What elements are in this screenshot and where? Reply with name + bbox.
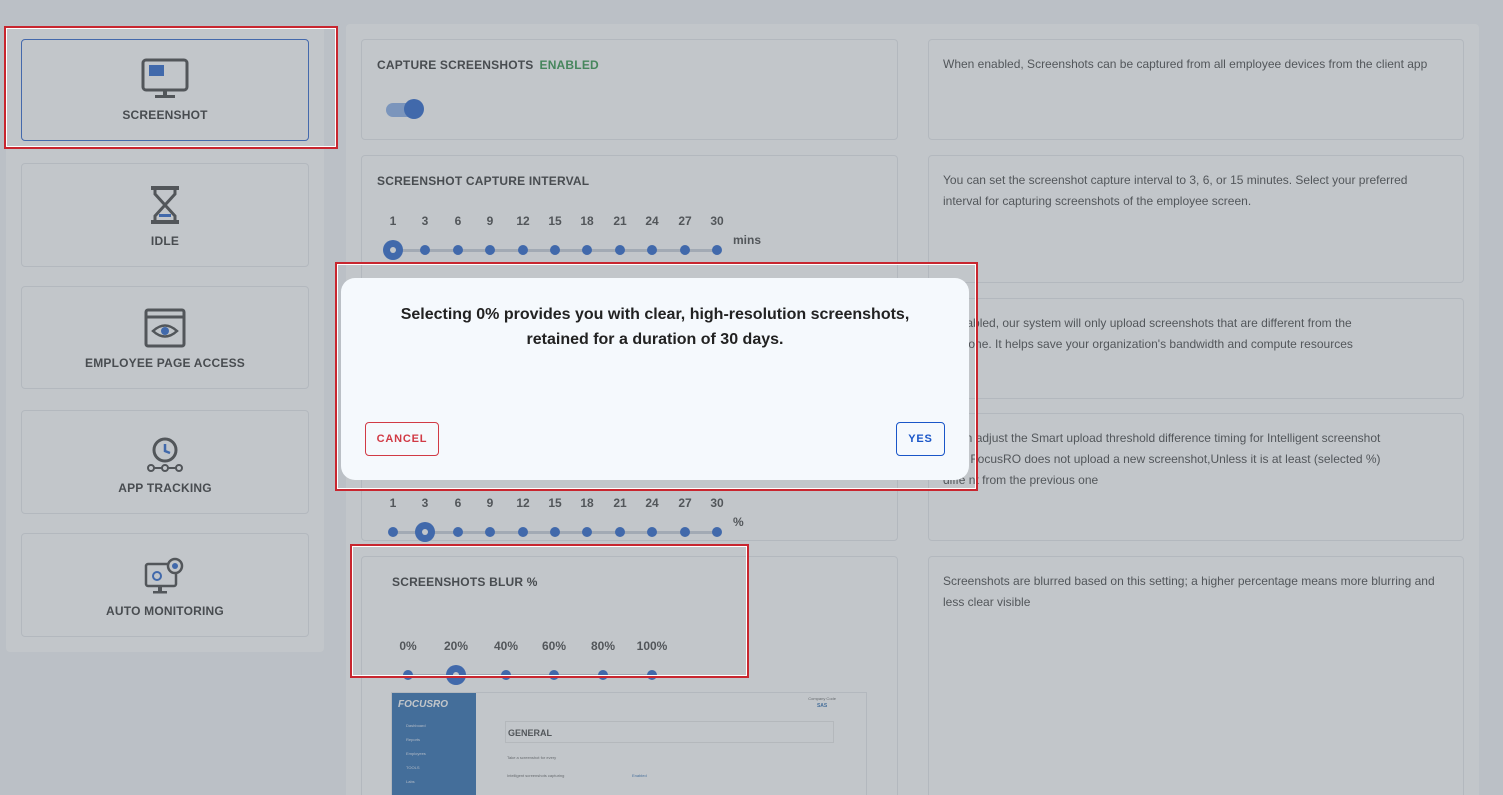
dialog-message-line: retained for a duration of 30 days.	[526, 331, 784, 348]
cancel-button[interactable]: CANCEL	[365, 422, 439, 456]
confirm-dialog: Selecting 0% provides you with clear, hi…	[341, 278, 969, 480]
yes-button[interactable]: YES	[896, 422, 945, 456]
dialog-message-line: Selecting 0% provides you with clear, hi…	[400, 306, 910, 323]
dialog-message: Selecting 0% provides you with clear, hi…	[381, 302, 929, 352]
